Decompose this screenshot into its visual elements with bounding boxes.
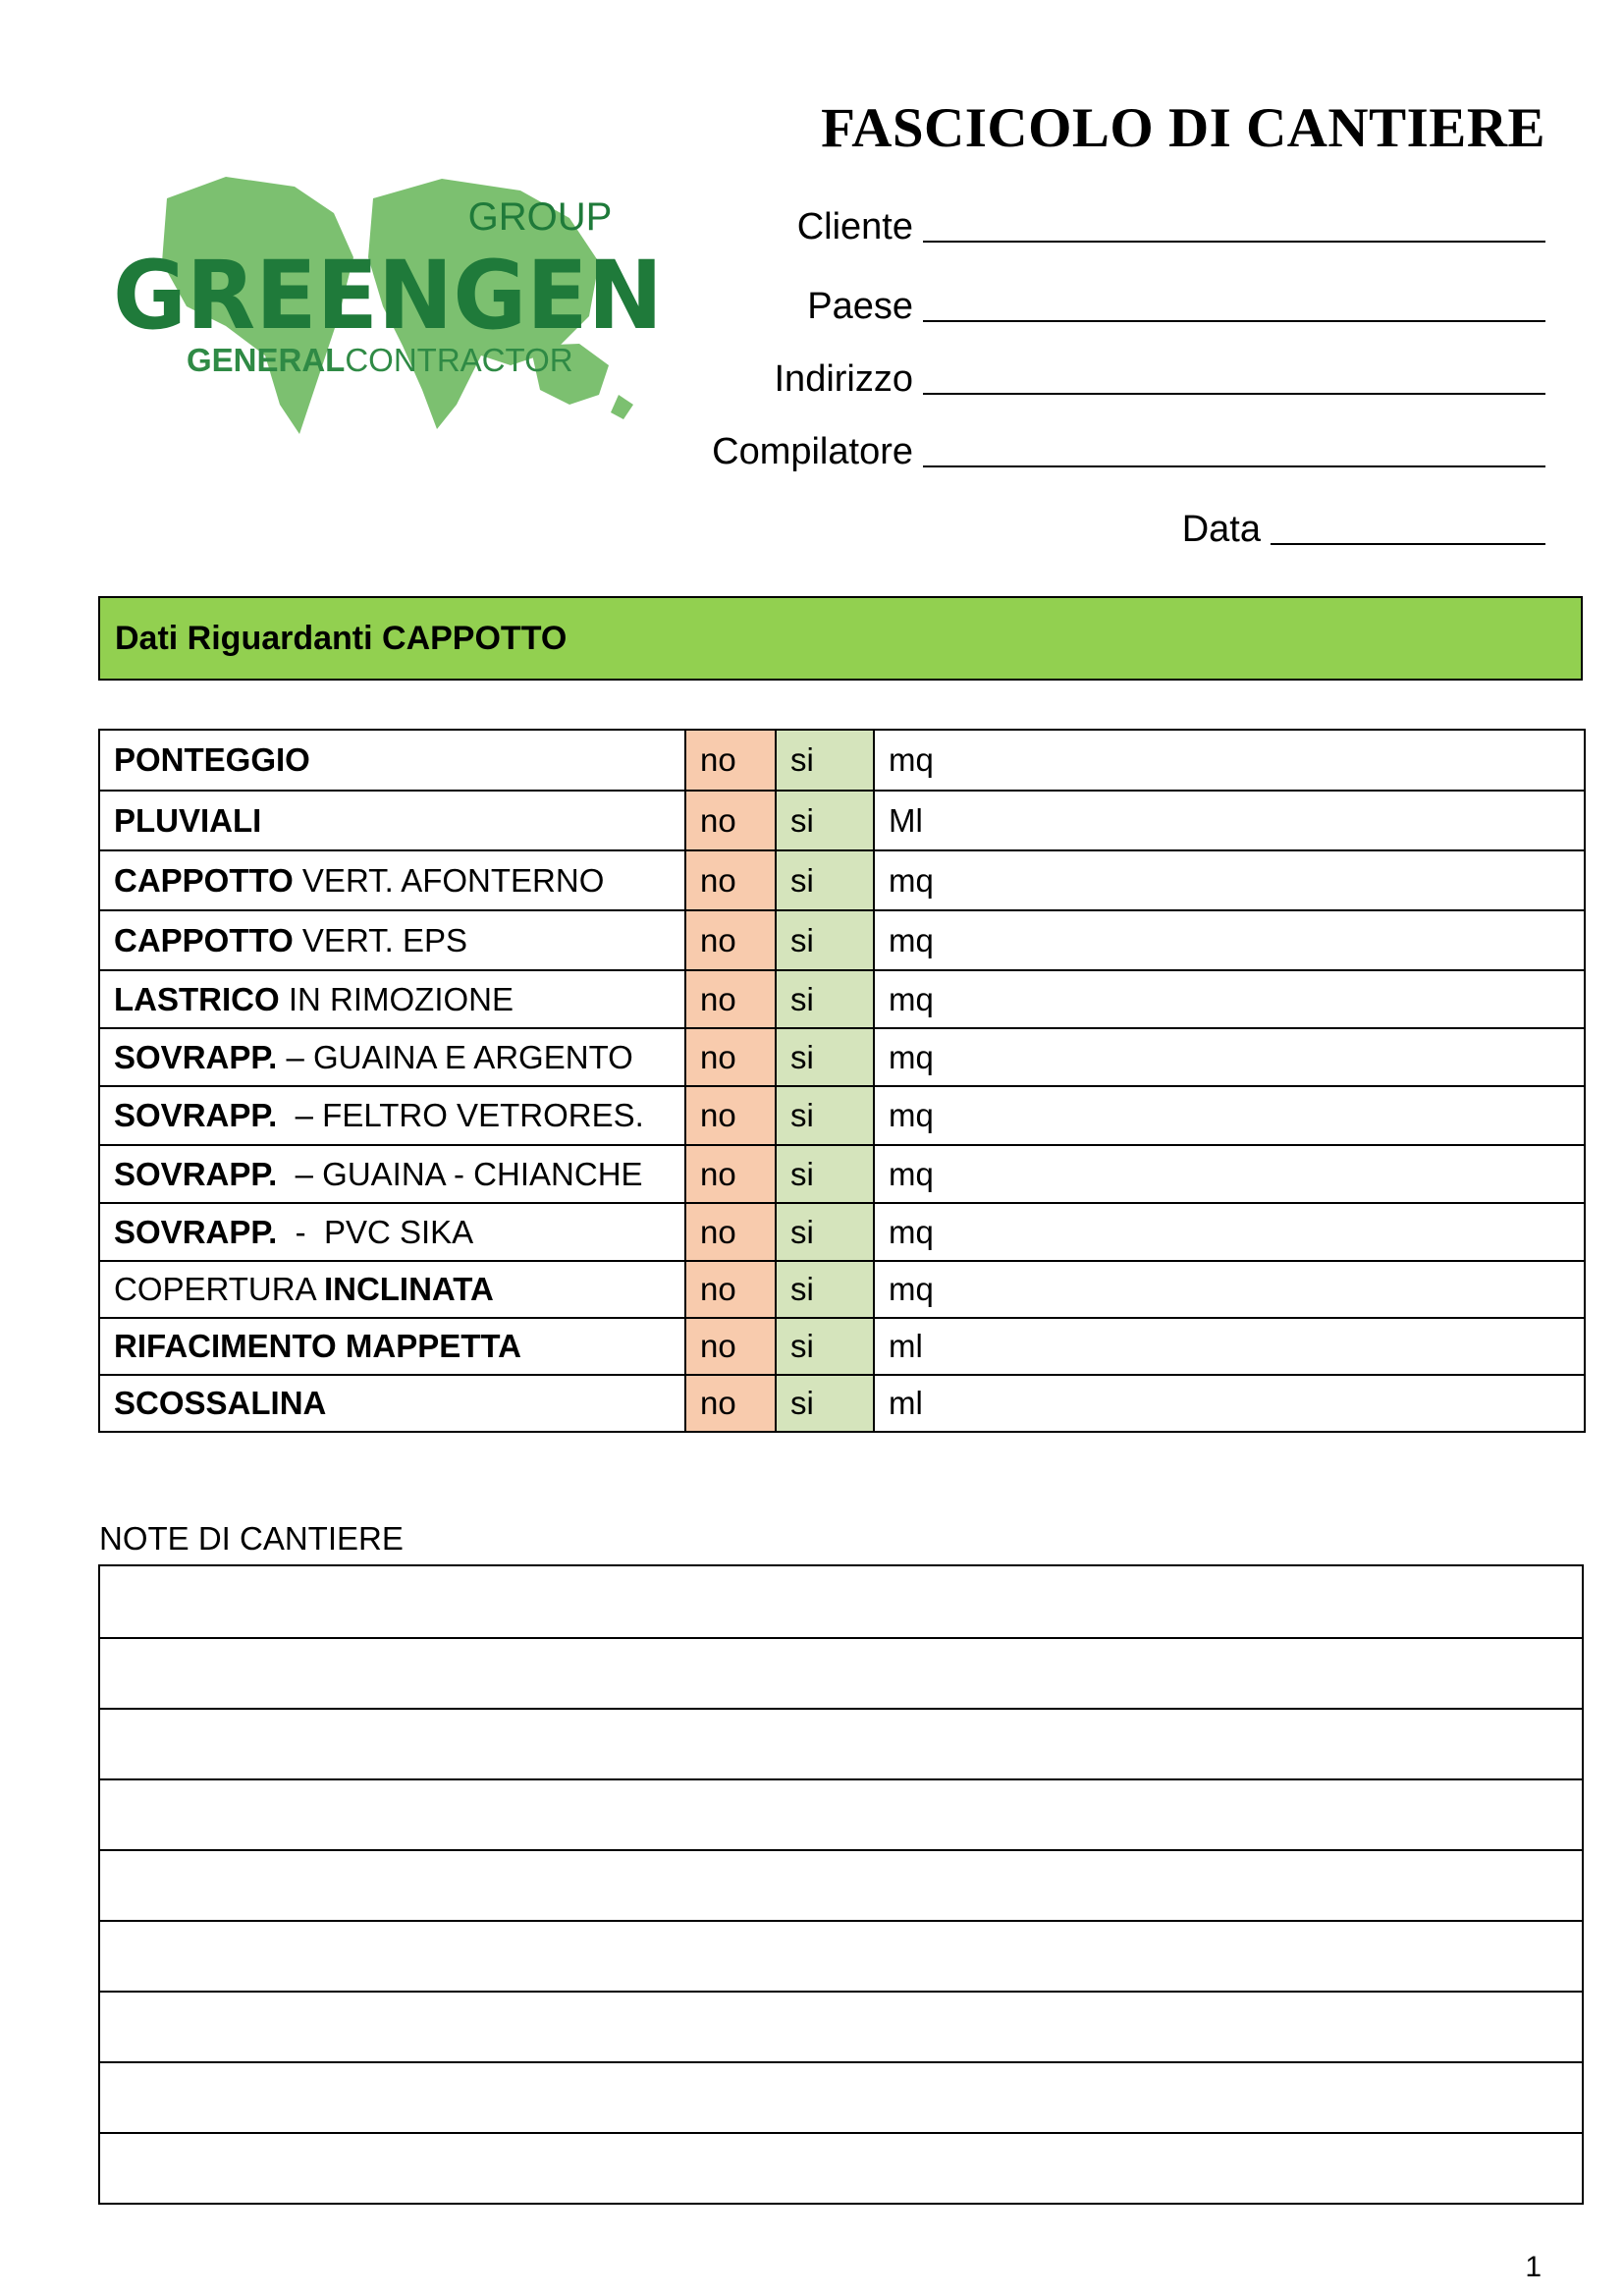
item-label: SCOSSALINA: [98, 1374, 686, 1433]
world-map-logo-icon: GROUP GREENGEN GENERALCONTRACTOR: [113, 177, 663, 434]
option-si[interactable]: si: [775, 1260, 875, 1319]
field-underline[interactable]: [923, 316, 1545, 322]
unit-cell[interactable]: ml: [873, 1317, 1586, 1376]
option-si[interactable]: si: [775, 909, 875, 971]
page-number: 1: [1525, 2251, 1542, 2283]
field-underline[interactable]: [1271, 539, 1545, 545]
unit-cell[interactable]: mq: [873, 1260, 1586, 1319]
unit-cell[interactable]: mq: [873, 909, 1586, 971]
table-row: SOVRAPP. – GUAINA - CHIANCHE no si mq: [98, 1144, 1586, 1204]
field-label: Compilatore: [712, 431, 913, 472]
item-label: SOVRAPP. – FELTRO VETRORES.: [98, 1085, 686, 1146]
notes-line[interactable]: [100, 1778, 1582, 1849]
field-underline[interactable]: [923, 237, 1545, 243]
unit-cell[interactable]: mq: [873, 1202, 1586, 1262]
field-compilatore[interactable]: Compilatore: [712, 431, 1545, 473]
unit-cell[interactable]: mq: [873, 1144, 1586, 1204]
greengen-logo: GROUP GREENGEN GENERALCONTRACTOR: [108, 169, 668, 444]
notes-line[interactable]: [100, 2061, 1582, 2132]
item-label: SOVRAPP. - PVC SIKA: [98, 1202, 686, 1262]
item-label: CAPPOTTO VERT. EPS: [98, 909, 686, 971]
option-no[interactable]: no: [684, 969, 777, 1029]
item-label: RIFACIMENTO MAPPETTA: [98, 1317, 686, 1376]
item-label: COPERTURA INCLINATA: [98, 1260, 686, 1319]
item-label: LASTRICO IN RIMOZIONE: [98, 969, 686, 1029]
notes-label: NOTE DI CANTIERE: [99, 1520, 404, 1557]
field-underline[interactable]: [923, 389, 1545, 395]
option-no[interactable]: no: [684, 1374, 777, 1433]
notes-line[interactable]: [100, 1920, 1582, 1991]
unit-cell[interactable]: ml: [873, 1374, 1586, 1433]
notes-box[interactable]: [98, 1564, 1584, 2205]
option-no[interactable]: no: [684, 909, 777, 971]
table-row: COPERTURA INCLINATA no si mq: [98, 1260, 1586, 1319]
option-si[interactable]: si: [775, 729, 875, 792]
field-indirizzo[interactable]: Indirizzo: [774, 358, 1545, 401]
table-row: PLUVIALI no si Ml: [98, 790, 1586, 851]
option-si[interactable]: si: [775, 1374, 875, 1433]
option-si[interactable]: si: [775, 849, 875, 911]
option-no[interactable]: no: [684, 1085, 777, 1146]
option-si[interactable]: si: [775, 969, 875, 1029]
option-no[interactable]: no: [684, 790, 777, 851]
field-cliente[interactable]: Cliente: [797, 206, 1545, 248]
option-si[interactable]: si: [775, 790, 875, 851]
notes-line[interactable]: [100, 1849, 1582, 1920]
field-data[interactable]: Data: [1182, 509, 1545, 551]
logo-sub-bold: GENERAL: [187, 342, 345, 378]
field-label: Paese: [807, 286, 913, 327]
option-no[interactable]: no: [684, 1202, 777, 1262]
unit-cell[interactable]: mq: [873, 969, 1586, 1029]
table-row: RIFACIMENTO MAPPETTA no si ml: [98, 1317, 1586, 1376]
item-label: PONTEGGIO: [98, 729, 686, 792]
unit-cell[interactable]: mq: [873, 849, 1586, 911]
page-title: FASCICOLO DI CANTIERE: [821, 97, 1545, 159]
item-label: PLUVIALI: [98, 790, 686, 851]
option-no[interactable]: no: [684, 1144, 777, 1204]
item-label: CAPPOTTO VERT. AFONTERNO: [98, 849, 686, 911]
field-label: Cliente: [796, 206, 913, 247]
logo-name-text: GREENGEN: [113, 241, 663, 351]
notes-line[interactable]: [100, 1708, 1582, 1778]
logo-sub-light: CONTRACTOR: [345, 342, 572, 378]
field-underline[interactable]: [923, 462, 1545, 467]
option-no[interactable]: no: [684, 1317, 777, 1376]
notes-line[interactable]: [100, 1991, 1582, 2061]
table-row: SOVRAPP. - PVC SIKA no si mq: [98, 1202, 1586, 1262]
option-si[interactable]: si: [775, 1085, 875, 1146]
option-no[interactable]: no: [684, 849, 777, 911]
option-si[interactable]: si: [775, 1317, 875, 1376]
field-paese[interactable]: Paese: [807, 286, 1545, 328]
option-no[interactable]: no: [684, 729, 777, 792]
item-label: SOVRAPP. – GUAINA - CHIANCHE: [98, 1144, 686, 1204]
option-si[interactable]: si: [775, 1202, 875, 1262]
logo-group-text: GROUP: [468, 195, 613, 239]
field-label: Indirizzo: [774, 358, 914, 400]
table-row: SCOSSALINA no si ml: [98, 1374, 1586, 1433]
unit-cell[interactable]: mq: [873, 729, 1586, 792]
unit-cell[interactable]: Ml: [873, 790, 1586, 851]
svg-text:GENERALCONTRACTOR: GENERALCONTRACTOR: [187, 342, 573, 378]
items-table: PONTEGGIO no si mq PLUVIALI no si Ml CAP…: [98, 729, 1586, 1433]
table-row: CAPPOTTO VERT. EPS no si mq: [98, 909, 1586, 971]
notes-line[interactable]: [100, 1566, 1582, 1637]
table-row: CAPPOTTO VERT. AFONTERNO no si mq: [98, 849, 1586, 911]
table-row: PONTEGGIO no si mq: [98, 729, 1586, 792]
table-row: SOVRAPP. – GUAINA E ARGENTO no si mq: [98, 1027, 1586, 1087]
notes-line[interactable]: [100, 1637, 1582, 1708]
section-title-bar: Dati Riguardanti CAPPOTTO: [98, 596, 1583, 681]
table-row: LASTRICO IN RIMOZIONE no si mq: [98, 969, 1586, 1029]
field-label: Data: [1181, 509, 1261, 550]
notes-line[interactable]: [100, 2132, 1582, 2203]
option-si[interactable]: si: [775, 1027, 875, 1087]
unit-cell[interactable]: mq: [873, 1085, 1586, 1146]
option-si[interactable]: si: [775, 1144, 875, 1204]
item-label: SOVRAPP. – GUAINA E ARGENTO: [98, 1027, 686, 1087]
option-no[interactable]: no: [684, 1027, 777, 1087]
table-row: SOVRAPP. – FELTRO VETRORES. no si mq: [98, 1085, 1586, 1146]
unit-cell[interactable]: mq: [873, 1027, 1586, 1087]
option-no[interactable]: no: [684, 1260, 777, 1319]
